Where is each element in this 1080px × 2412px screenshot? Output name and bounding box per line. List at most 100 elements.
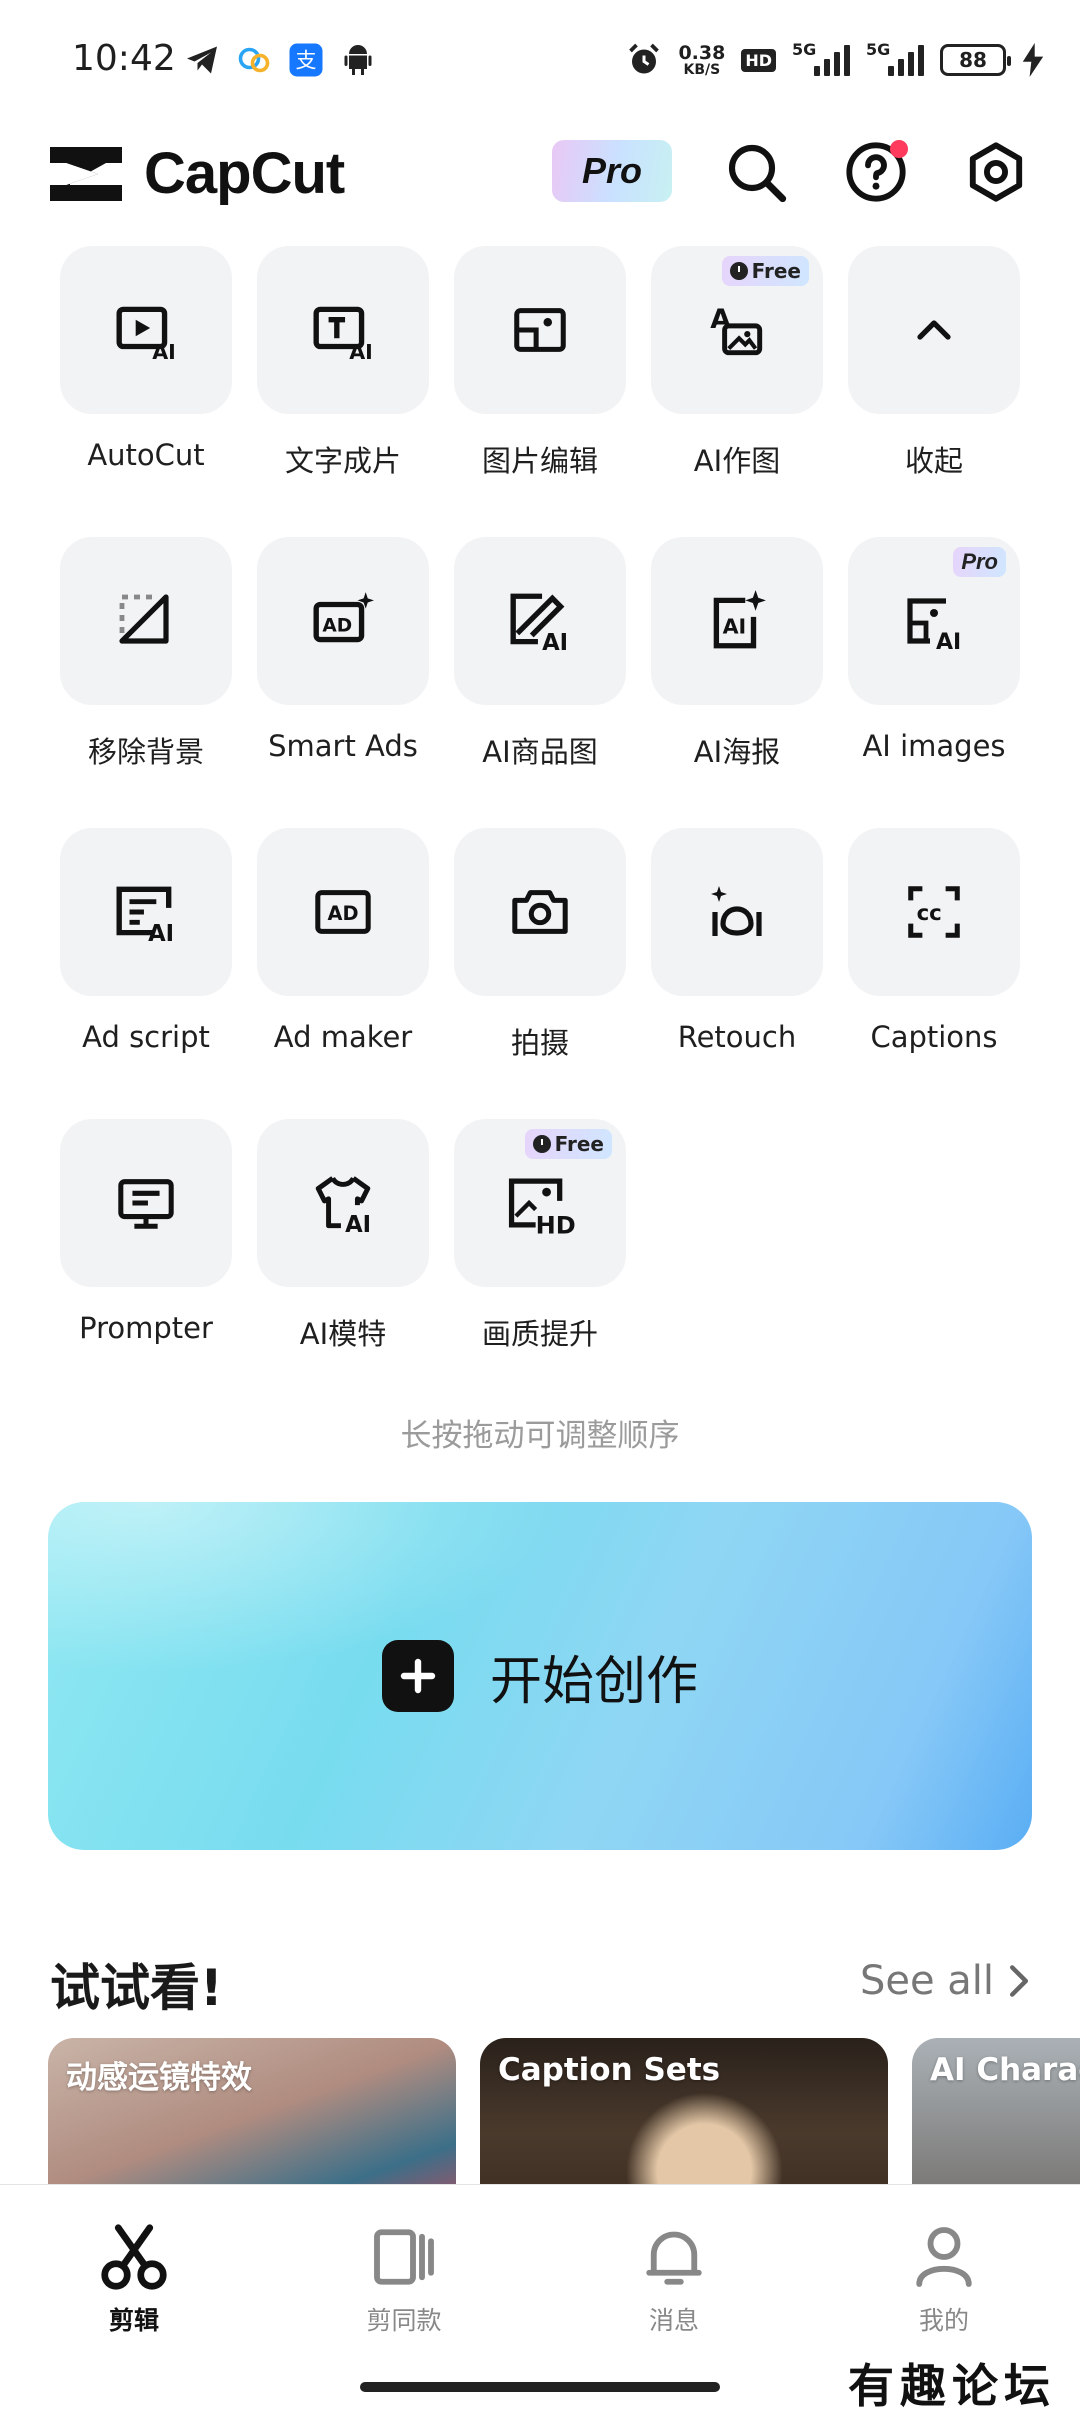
nav-messages[interactable]: 消息	[594, 2221, 754, 2337]
tool-tile[interactable]	[651, 828, 823, 996]
tool-tile[interactable]: AD	[257, 537, 429, 705]
tool-tile[interactable]: AI	[651, 537, 823, 705]
tool-ai-poster[interactable]: AI AI海报	[651, 537, 823, 771]
tool-photo-edit[interactable]: 图片编辑	[454, 246, 626, 480]
svg-text:A: A	[710, 304, 731, 335]
tool-label: Prompter	[79, 1311, 213, 1345]
tool-tile[interactable]: AI	[454, 537, 626, 705]
tool-label: AI商品图	[482, 735, 598, 769]
camera-icon	[512, 890, 568, 934]
remove-background-icon	[119, 594, 169, 644]
smart-ads-icon: AD	[313, 592, 374, 643]
watermark: 有趣论坛	[848, 2359, 1056, 2412]
tool-ai-draw[interactable]: Free A AI作图	[651, 246, 823, 480]
free-tag: Free	[524, 1129, 612, 1159]
template-card[interactable]: AI Charact	[912, 2038, 1080, 2188]
chevron-up-icon	[917, 320, 951, 340]
tool-label: 移除背景	[87, 735, 204, 769]
tool-ad-maker[interactable]: AD Ad maker	[257, 828, 429, 1054]
tool-tile[interactable]: AD	[257, 828, 429, 996]
android-icon	[344, 45, 372, 75]
svg-text:AI: AI	[148, 921, 174, 945]
tool-tile[interactable]	[454, 246, 626, 414]
tool-tile[interactable]	[848, 246, 1020, 414]
settings-icon[interactable]	[960, 136, 1032, 208]
ai-model-icon: AI	[315, 1176, 371, 1236]
autocut-icon: AI	[116, 306, 176, 363]
tool-label: Ad script	[82, 1020, 210, 1054]
template-icon	[374, 2229, 434, 2285]
tool-tile[interactable]: AI	[60, 246, 232, 414]
tool-smart-ads[interactable]: AD Smart Ads	[257, 537, 429, 763]
tool-tile[interactable]	[60, 537, 232, 705]
text-to-video-icon: AI	[313, 306, 373, 363]
pro-button[interactable]: Pro	[552, 140, 672, 202]
tool-tile[interactable]: Free HD	[454, 1119, 626, 1287]
tool-label: Ad maker	[273, 1020, 413, 1054]
ai-poster-icon: AI	[713, 590, 766, 649]
tool-tile[interactable]: Pro AI	[848, 537, 1020, 705]
tool-autocut[interactable]: AI AutoCut	[60, 246, 232, 472]
battery-indicator: 88	[940, 44, 1011, 76]
notification-dot	[890, 140, 908, 158]
nav-edit[interactable]: 剪辑	[54, 2221, 214, 2337]
help-icon[interactable]	[840, 136, 912, 208]
profile-icon	[916, 2227, 972, 2287]
tool-label: 画质提升	[481, 1317, 598, 1351]
tool-remove-background[interactable]: 移除背景	[60, 537, 232, 771]
prompter-icon	[118, 1179, 174, 1229]
template-card[interactable]: Caption Sets	[480, 2038, 888, 2188]
status-bar: 10:42 支 0.38 KB/S HD 5G 5G 88	[0, 0, 1080, 120]
tool-collapse[interactable]: 收起	[848, 246, 1020, 480]
network-speed: 0.38 KB/S	[678, 42, 726, 78]
tool-ad-script[interactable]: AI Ad script	[60, 828, 232, 1054]
tool-label: AI images	[862, 729, 1006, 763]
template-card[interactable]: 动感运镜特效	[48, 2038, 456, 2188]
tool-captions[interactable]: cc Captions	[848, 828, 1020, 1054]
tool-tile[interactable]	[60, 1119, 232, 1287]
tool-camera[interactable]: 拍摄	[454, 828, 626, 1062]
start-create-button[interactable]: 开始创作	[48, 1502, 1032, 1850]
see-all-link[interactable]: See all	[860, 1958, 1030, 2004]
tool-label: 拍摄	[510, 1026, 569, 1060]
tool-tile[interactable]: AI	[60, 828, 232, 996]
tool-retouch[interactable]: Retouch	[651, 828, 823, 1054]
home-indicator[interactable]	[360, 2382, 720, 2392]
tool-ai-model[interactable]: AI AI模特	[257, 1119, 429, 1353]
tool-label: 文字成片	[284, 444, 401, 478]
tool-label: Smart Ads	[268, 729, 418, 763]
pro-tag: Pro	[953, 547, 1006, 577]
tool-enhance-quality[interactable]: Free HD 画质提升	[454, 1119, 626, 1353]
clock-icon	[729, 262, 748, 280]
nav-templates[interactable]: 剪同款	[324, 2221, 484, 2337]
tool-tile[interactable]: cc	[848, 828, 1020, 996]
svg-text:AI: AI	[349, 340, 373, 363]
enhance-quality-icon: HD	[508, 1178, 575, 1238]
svg-text:AD: AD	[322, 615, 352, 636]
alipay-icon: 支	[289, 43, 323, 77]
nav-profile[interactable]: 我的	[864, 2221, 1024, 2337]
svg-text:AD: AD	[328, 902, 359, 925]
svg-text:cc: cc	[917, 901, 942, 926]
app-header: CapCut Pro	[0, 120, 1080, 260]
signal-strength-2: 5G	[866, 40, 924, 76]
tool-tile[interactable]: AI	[257, 1119, 429, 1287]
telegram-icon	[187, 46, 217, 74]
svg-text:AI: AI	[936, 630, 961, 653]
tool-tile[interactable]: AI	[257, 246, 429, 414]
photo-edit-icon	[514, 308, 566, 352]
svg-text:HD: HD	[536, 1212, 575, 1238]
svg-text:AI: AI	[345, 1212, 371, 1236]
capcut-logo-icon	[50, 146, 122, 201]
tool-prompter[interactable]: Prompter	[60, 1119, 232, 1345]
tool-ai-images[interactable]: Pro AI AI images	[848, 537, 1020, 763]
start-create-label: 开始创作	[489, 1651, 698, 1712]
tool-text-to-video[interactable]: AI 文字成片	[257, 246, 429, 480]
alarm-icon	[629, 43, 660, 74]
tool-tile[interactable]	[454, 828, 626, 996]
tool-label: 收起	[904, 444, 963, 478]
search-icon[interactable]	[720, 136, 792, 208]
tool-tile[interactable]: Free A	[651, 246, 823, 414]
tool-ai-product-image[interactable]: AI AI商品图	[454, 537, 626, 771]
svg-text:支: 支	[296, 49, 317, 73]
